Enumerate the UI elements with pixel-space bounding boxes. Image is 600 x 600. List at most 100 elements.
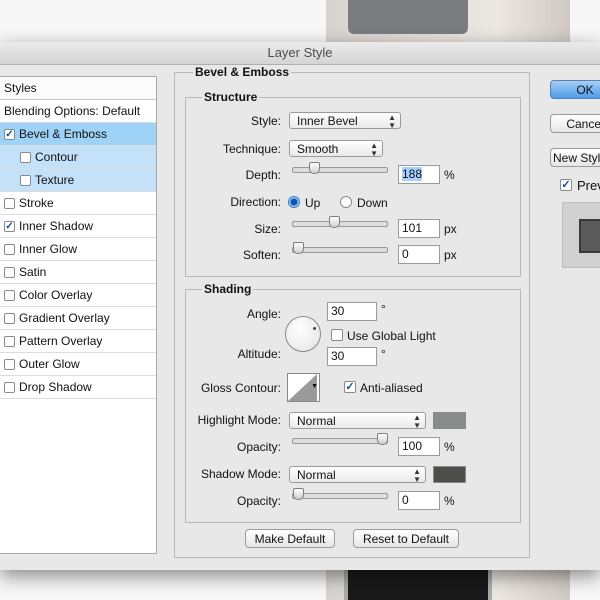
style-item-gradient-overlay[interactable]: Gradient Overlay bbox=[0, 307, 156, 330]
style-item-label: Bevel & Emboss bbox=[19, 127, 108, 141]
style-item-outer-glow[interactable]: Outer Glow bbox=[0, 353, 156, 376]
styles-list-header[interactable]: Styles bbox=[0, 77, 156, 100]
style-item-label: Contour bbox=[35, 150, 78, 164]
highlight-opacity-slider[interactable] bbox=[292, 433, 388, 445]
angle-dial[interactable] bbox=[285, 316, 321, 352]
preview-swatch bbox=[579, 219, 600, 253]
highlight-mode-value: Normal bbox=[297, 414, 336, 428]
direction-up-radio[interactable] bbox=[288, 196, 300, 208]
style-item-checkbox[interactable] bbox=[4, 243, 15, 255]
depth-label: Depth: bbox=[245, 168, 281, 182]
reset-default-button[interactable]: Reset to Default bbox=[353, 529, 459, 548]
shadow-mode-value: Normal bbox=[297, 468, 336, 482]
style-item-inner-shadow[interactable]: ✓ Inner Shadow bbox=[0, 215, 156, 238]
soften-input[interactable]: 0 bbox=[398, 245, 440, 264]
chevron-updown-icon: ▲ ▼ bbox=[413, 467, 421, 484]
highlight-color-swatch[interactable] bbox=[433, 412, 466, 429]
angle-indicator-icon bbox=[313, 327, 316, 330]
style-item-pattern-overlay[interactable]: Pattern Overlay bbox=[0, 330, 156, 353]
size-input[interactable]: 101 bbox=[398, 219, 440, 238]
cancel-button[interactable]: Cancel bbox=[550, 114, 600, 133]
style-item-label: Texture bbox=[35, 173, 75, 187]
angle-input[interactable]: 30 bbox=[327, 302, 377, 321]
structure-title: Structure bbox=[202, 90, 260, 104]
angle-label: Angle: bbox=[246, 307, 281, 321]
size-label: Size: bbox=[254, 222, 281, 236]
dialog-title: Layer Style bbox=[0, 42, 600, 65]
highlight-mode-select[interactable]: Normal ▲ ▼ bbox=[289, 412, 426, 430]
make-default-button[interactable]: Make Default bbox=[245, 529, 335, 548]
style-item-bevel-emboss[interactable]: ✓ Bevel & Emboss bbox=[0, 123, 156, 146]
soften-slider[interactable] bbox=[292, 242, 388, 254]
soften-unit: px bbox=[444, 248, 457, 262]
preview-thumbnail bbox=[562, 202, 600, 268]
depth-value: 188 bbox=[402, 167, 423, 181]
depth-input[interactable]: 188 bbox=[398, 165, 440, 184]
style-item-texture[interactable]: Texture bbox=[0, 169, 156, 192]
style-item-contour[interactable]: Contour bbox=[0, 146, 156, 169]
style-item-stroke[interactable]: Stroke bbox=[0, 192, 156, 215]
gloss-contour-label: Gloss Contour: bbox=[200, 381, 281, 395]
depth-slider-thumb[interactable] bbox=[309, 162, 320, 174]
style-select-value: Inner Bevel bbox=[297, 114, 358, 128]
style-label: Style: bbox=[250, 114, 281, 128]
style-item-checkbox[interactable] bbox=[4, 197, 15, 209]
style-item-checkbox[interactable] bbox=[4, 358, 15, 370]
shadow-opacity-label: Opacity: bbox=[236, 494, 281, 508]
style-item-label: Stroke bbox=[19, 196, 54, 210]
anti-aliased-checkbox[interactable]: ✓ bbox=[344, 381, 356, 393]
structure-group: Structure Style: Inner Bevel ▲ ▼ Technique… bbox=[185, 90, 521, 277]
style-item-checkbox[interactable] bbox=[20, 174, 31, 186]
angle-degree: ° bbox=[381, 302, 386, 316]
depth-slider[interactable] bbox=[292, 162, 388, 174]
direction-up-label: Up bbox=[305, 196, 321, 210]
style-item-checkbox[interactable] bbox=[4, 266, 15, 278]
style-item-blending-options-default[interactable]: Blending Options: Default bbox=[0, 100, 156, 123]
style-item-color-overlay[interactable]: Color Overlay bbox=[0, 284, 156, 307]
direction-label: Direction: bbox=[230, 195, 281, 209]
shading-group: Shading Angle: 30 ° Use Global Light Alt… bbox=[185, 282, 521, 523]
style-item-inner-glow[interactable]: Inner Glow bbox=[0, 238, 156, 261]
highlight-opacity-input[interactable]: 100 bbox=[398, 437, 440, 456]
shadow-opacity-input[interactable]: 0 bbox=[398, 491, 440, 510]
shadow-opacity-thumb[interactable] bbox=[293, 488, 304, 500]
style-item-checkbox[interactable]: ✓ bbox=[4, 128, 15, 140]
technique-select-value: Smooth bbox=[297, 142, 339, 156]
direction-down-radio[interactable] bbox=[340, 196, 352, 208]
altitude-input[interactable]: 30 bbox=[327, 347, 377, 366]
depth-unit: % bbox=[444, 168, 455, 182]
technique-select[interactable]: Smooth ▲ ▼ bbox=[289, 140, 383, 158]
soften-slider-thumb[interactable] bbox=[293, 242, 304, 254]
shadow-opacity-slider[interactable] bbox=[292, 488, 388, 500]
highlight-opacity-thumb[interactable] bbox=[377, 433, 388, 445]
preview-checkbox[interactable]: ✓ bbox=[560, 179, 572, 191]
style-item-drop-shadow[interactable]: Drop Shadow bbox=[0, 376, 156, 399]
style-item-checkbox[interactable] bbox=[20, 151, 31, 163]
style-item-checkbox[interactable] bbox=[4, 289, 15, 301]
global-light-label: Use Global Light bbox=[347, 329, 436, 343]
shadow-opacity-unit: % bbox=[444, 494, 455, 508]
style-item-label: Inner Shadow bbox=[19, 219, 94, 233]
style-item-satin[interactable]: Satin bbox=[0, 261, 156, 284]
style-item-checkbox[interactable] bbox=[4, 312, 15, 324]
global-light-checkbox[interactable] bbox=[331, 329, 343, 341]
gloss-contour-picker[interactable]: ▼ bbox=[287, 373, 320, 402]
preview-label: Preview bbox=[577, 178, 600, 193]
style-item-checkbox[interactable] bbox=[4, 381, 15, 393]
size-unit: px bbox=[444, 222, 457, 236]
style-select[interactable]: Inner Bevel ▲ ▼ bbox=[289, 112, 401, 130]
ok-button[interactable]: OK bbox=[550, 80, 600, 99]
layer-style-dialog: Layer Style Styles Blending Options: Def… bbox=[0, 42, 600, 570]
size-slider[interactable] bbox=[292, 216, 388, 228]
style-item-checkbox[interactable] bbox=[4, 335, 15, 347]
styles-list-panel: Styles Blending Options: Default ✓ Bevel &… bbox=[0, 76, 157, 554]
soften-label: Soften: bbox=[242, 248, 281, 262]
style-item-label: Inner Glow bbox=[19, 242, 78, 256]
bevel-emboss-group: Bevel & Emboss Structure Style: Inner Be… bbox=[174, 65, 530, 558]
shadow-color-swatch[interactable] bbox=[433, 466, 466, 483]
shadow-mode-select[interactable]: Normal ▲ ▼ bbox=[289, 466, 426, 484]
new-style-button[interactable]: New Style... bbox=[550, 148, 600, 167]
style-item-checkbox[interactable]: ✓ bbox=[4, 220, 15, 232]
highlight-mode-label: Highlight Mode: bbox=[197, 413, 281, 427]
size-slider-thumb[interactable] bbox=[329, 216, 340, 228]
